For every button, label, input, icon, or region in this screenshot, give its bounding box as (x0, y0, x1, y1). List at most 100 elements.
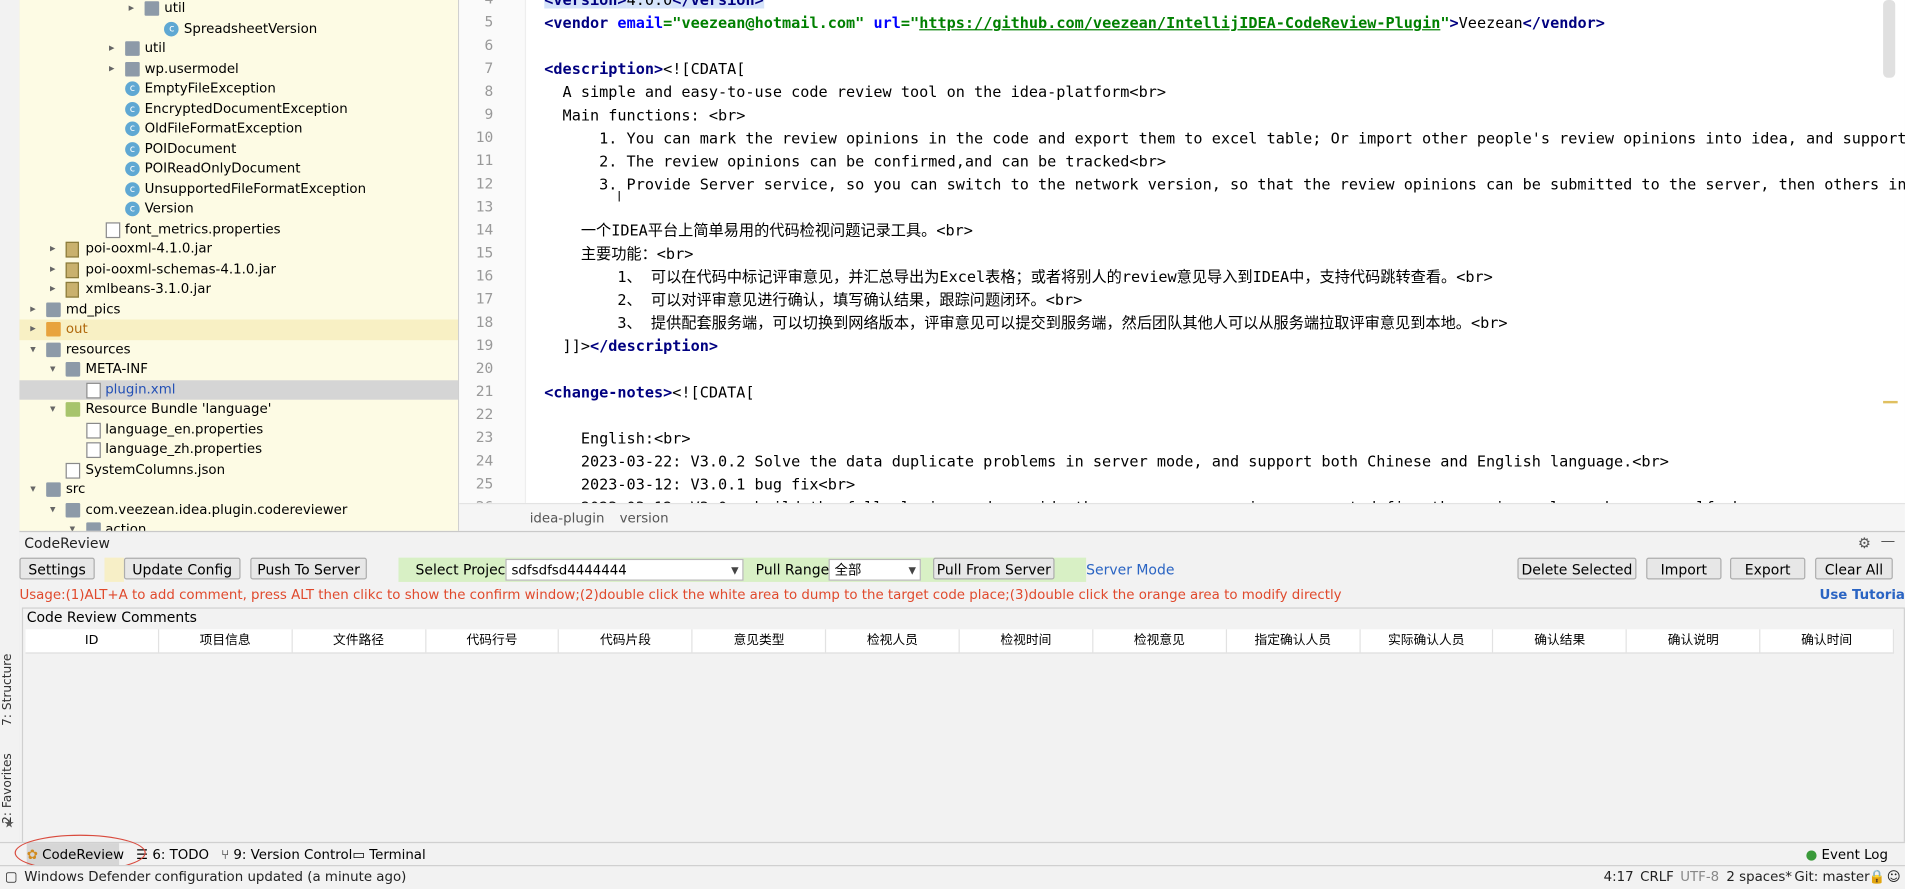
column-header[interactable]: 实际确认人员 (1360, 629, 1494, 653)
tree-row[interactable]: ▾ META-INF (19, 360, 458, 380)
tree-row[interactable]: ▾ com.veezean.idea.plugin.codereviewer (19, 500, 458, 520)
structure-tab[interactable]: 7: Structure (1, 654, 18, 726)
tree-row[interactable]: ▾ action (19, 520, 458, 531)
pull-from-server-button[interactable]: Pull From Server (933, 557, 1055, 580)
tree-row[interactable]: c EncryptedDocumentException (19, 99, 458, 119)
project-select[interactable]: sdfsdfsd4444444 ▼ (505, 558, 744, 581)
lock-icon[interactable]: 🔒 (1869, 866, 1886, 888)
code-line[interactable]: 主要功能：<br> (544, 242, 694, 265)
code-line[interactable]: 1. You can mark the review opinions in t… (544, 126, 1905, 149)
pull-range-select[interactable]: 全部 ▼ (828, 558, 921, 581)
export-button[interactable]: Export (1730, 557, 1806, 580)
tree-row[interactable]: plugin.xml (19, 379, 459, 400)
push-to-server-button[interactable]: Push To Server (250, 557, 367, 580)
chevron-right-icon[interactable]: ▸ (106, 59, 118, 79)
tab-todo[interactable]: ☰ 6: TODO (136, 843, 209, 866)
delete-selected-button[interactable]: Delete Selected (1517, 557, 1637, 580)
column-header[interactable]: 确认时间 (1761, 629, 1895, 653)
column-header[interactable]: 确认说明 (1627, 629, 1761, 653)
minimize-icon[interactable]: — (1881, 532, 1896, 549)
tree-row[interactable]: c UnsupportedFileFormatException (19, 179, 458, 199)
use-tutorial-link[interactable]: Use Tutoria (1820, 587, 1905, 603)
chevron-down-icon[interactable]: ▾ (47, 360, 59, 380)
code-line[interactable]: 1、 可以在代码中标记评审意见，并汇总导出为Excel表格；或者将别人的revi… (544, 265, 1492, 288)
tree-row[interactable]: c OldFileFormatException (19, 119, 458, 139)
column-header[interactable]: 代码片段 (559, 629, 693, 653)
tree-row[interactable]: ▸ poi-ooxml-schemas-4.1.0.jar (19, 259, 458, 279)
settings-button[interactable]: Settings (19, 557, 95, 580)
tab-version-control[interactable]: ⑂ 9: Version Control (221, 843, 352, 866)
code-line[interactable]: 一个IDEA平台上简单易用的代码检视问题记录工具。<br> (544, 219, 973, 242)
file-encoding[interactable]: UTF-8 (1680, 866, 1719, 888)
chevron-down-icon[interactable]: ▾ (27, 340, 39, 360)
column-header[interactable]: 文件路径 (292, 629, 426, 653)
tab-terminal[interactable]: ▭ Terminal (352, 843, 425, 866)
code-line[interactable]: <version>4.0.0</version> (544, 0, 764, 11)
tree-row[interactable]: ▸ util (19, 39, 458, 59)
editor-scrollbar[interactable] (1883, 0, 1896, 78)
column-header[interactable]: 指定确认人员 (1227, 629, 1361, 653)
status-message[interactable]: Windows Defender configuration updated (… (24, 866, 406, 888)
chevron-right-icon[interactable]: ▸ (106, 39, 118, 59)
code-line[interactable]: Main functions: <br> (544, 103, 746, 126)
column-header[interactable]: ID (26, 629, 159, 653)
code-line[interactable]: 3、 提供配套服务端，可以切换到网络版本，评审意见可以提交到服务端，然后团队其他… (544, 311, 1507, 334)
tree-row[interactable]: c POIDocument (19, 139, 458, 159)
gear-icon[interactable]: ⚙ (1858, 535, 1871, 552)
caret-position[interactable]: 4:17 (1604, 866, 1634, 888)
tree-row[interactable]: ▸ poi-ooxml-4.1.0.jar (19, 239, 458, 259)
tree-row[interactable]: ▸ xmlbeans-3.1.0.jar (19, 279, 458, 299)
tree-row[interactable]: ▸ md_pics (19, 299, 458, 319)
chevron-right-icon[interactable]: ▸ (47, 279, 59, 299)
tree-row[interactable]: c EmptyFileException (19, 79, 458, 99)
status-square-icon[interactable]: ▢ (5, 866, 18, 888)
tree-row[interactable]: c SpreadsheetVersion (19, 19, 458, 39)
update-config-button[interactable]: Update Config (123, 557, 241, 580)
code-line[interactable]: <vendor email="veezean@hotmail.com" url=… (544, 11, 1605, 34)
tree-row[interactable]: ▸ util (19, 0, 458, 19)
tree-row[interactable]: font_metrics.properties (19, 219, 458, 239)
code-line[interactable]: 2023-03-22: V3.0.2 Solve the data duplic… (544, 450, 1669, 473)
git-branch[interactable]: Git: master (1794, 866, 1869, 888)
project-tree[interactable]: ▸ util c SpreadsheetVersion ▸ util ▸ wp.usermod… (19, 0, 460, 531)
column-header[interactable]: 意见类型 (693, 629, 827, 653)
breadcrumb-item[interactable]: version (620, 504, 669, 532)
chevron-down-icon[interactable]: ▾ (66, 520, 78, 531)
tree-row[interactable]: ▾ src (19, 480, 458, 500)
chevron-right-icon[interactable]: ▸ (125, 0, 137, 19)
chevron-right-icon[interactable]: ▸ (27, 320, 39, 340)
tree-row[interactable]: ▾ Resource Bundle 'language' (19, 400, 458, 420)
server-mode-label[interactable]: Server Mode (1086, 558, 1174, 582)
column-header[interactable]: 代码行号 (426, 629, 560, 653)
clear-all-button[interactable]: Clear All (1815, 557, 1893, 580)
code-line[interactable]: English:<br> (544, 426, 691, 449)
tree-row[interactable]: ▾ resources (19, 340, 458, 360)
code-line[interactable]: ]]></description> (544, 334, 718, 357)
code-line[interactable]: A simple and easy-to-use code review too… (544, 80, 1166, 103)
line-separator[interactable]: CRLF (1640, 866, 1674, 888)
code-editor[interactable]: 4567891011121314151617181920212223242526… (459, 0, 1905, 533)
event-log-tab[interactable]: ● Event Log (1806, 843, 1888, 866)
code-line[interactable]: <change-notes><![CDATA[ (544, 380, 754, 403)
code-line[interactable]: 2. The review opinions can be confirmed,… (544, 149, 1166, 172)
favorites-tab[interactable]: 2: Favorites (1, 753, 18, 824)
breadcrumb-item[interactable]: idea-plugin (530, 504, 605, 532)
chevron-down-icon[interactable]: ▾ (47, 400, 59, 420)
chevron-right-icon[interactable]: ▸ (27, 299, 39, 319)
inspector-icon[interactable]: ☺ (1887, 866, 1901, 888)
code-line[interactable]: <description><![CDATA[ (544, 57, 745, 80)
column-header[interactable]: 项目信息 (159, 629, 293, 653)
code-line[interactable]: 2023-03-12: V3.0.1 bug fix<br> (544, 473, 855, 496)
column-header[interactable]: 检视时间 (960, 629, 1094, 653)
tree-row[interactable]: ▸ out (19, 319, 459, 340)
code-line[interactable]: 3. Provide Server service, so you can sw… (544, 173, 1905, 196)
tree-row[interactable]: c POIReadOnlyDocument (19, 159, 458, 179)
column-header[interactable]: 检视意见 (1093, 629, 1227, 653)
tree-row[interactable]: ▸ wp.usermodel (19, 59, 458, 79)
code-line[interactable]: 2、 可以对评审意见进行确认，填写确认结果，跟踪问题闭环。<br> (544, 288, 1082, 311)
tree-row[interactable]: language_en.properties (19, 420, 458, 440)
column-header[interactable]: 确认结果 (1494, 629, 1628, 653)
chevron-down-icon[interactable]: ▾ (27, 480, 39, 500)
tree-row[interactable]: SystemColumns.json (19, 460, 458, 480)
tree-row[interactable]: c Version (19, 199, 458, 219)
